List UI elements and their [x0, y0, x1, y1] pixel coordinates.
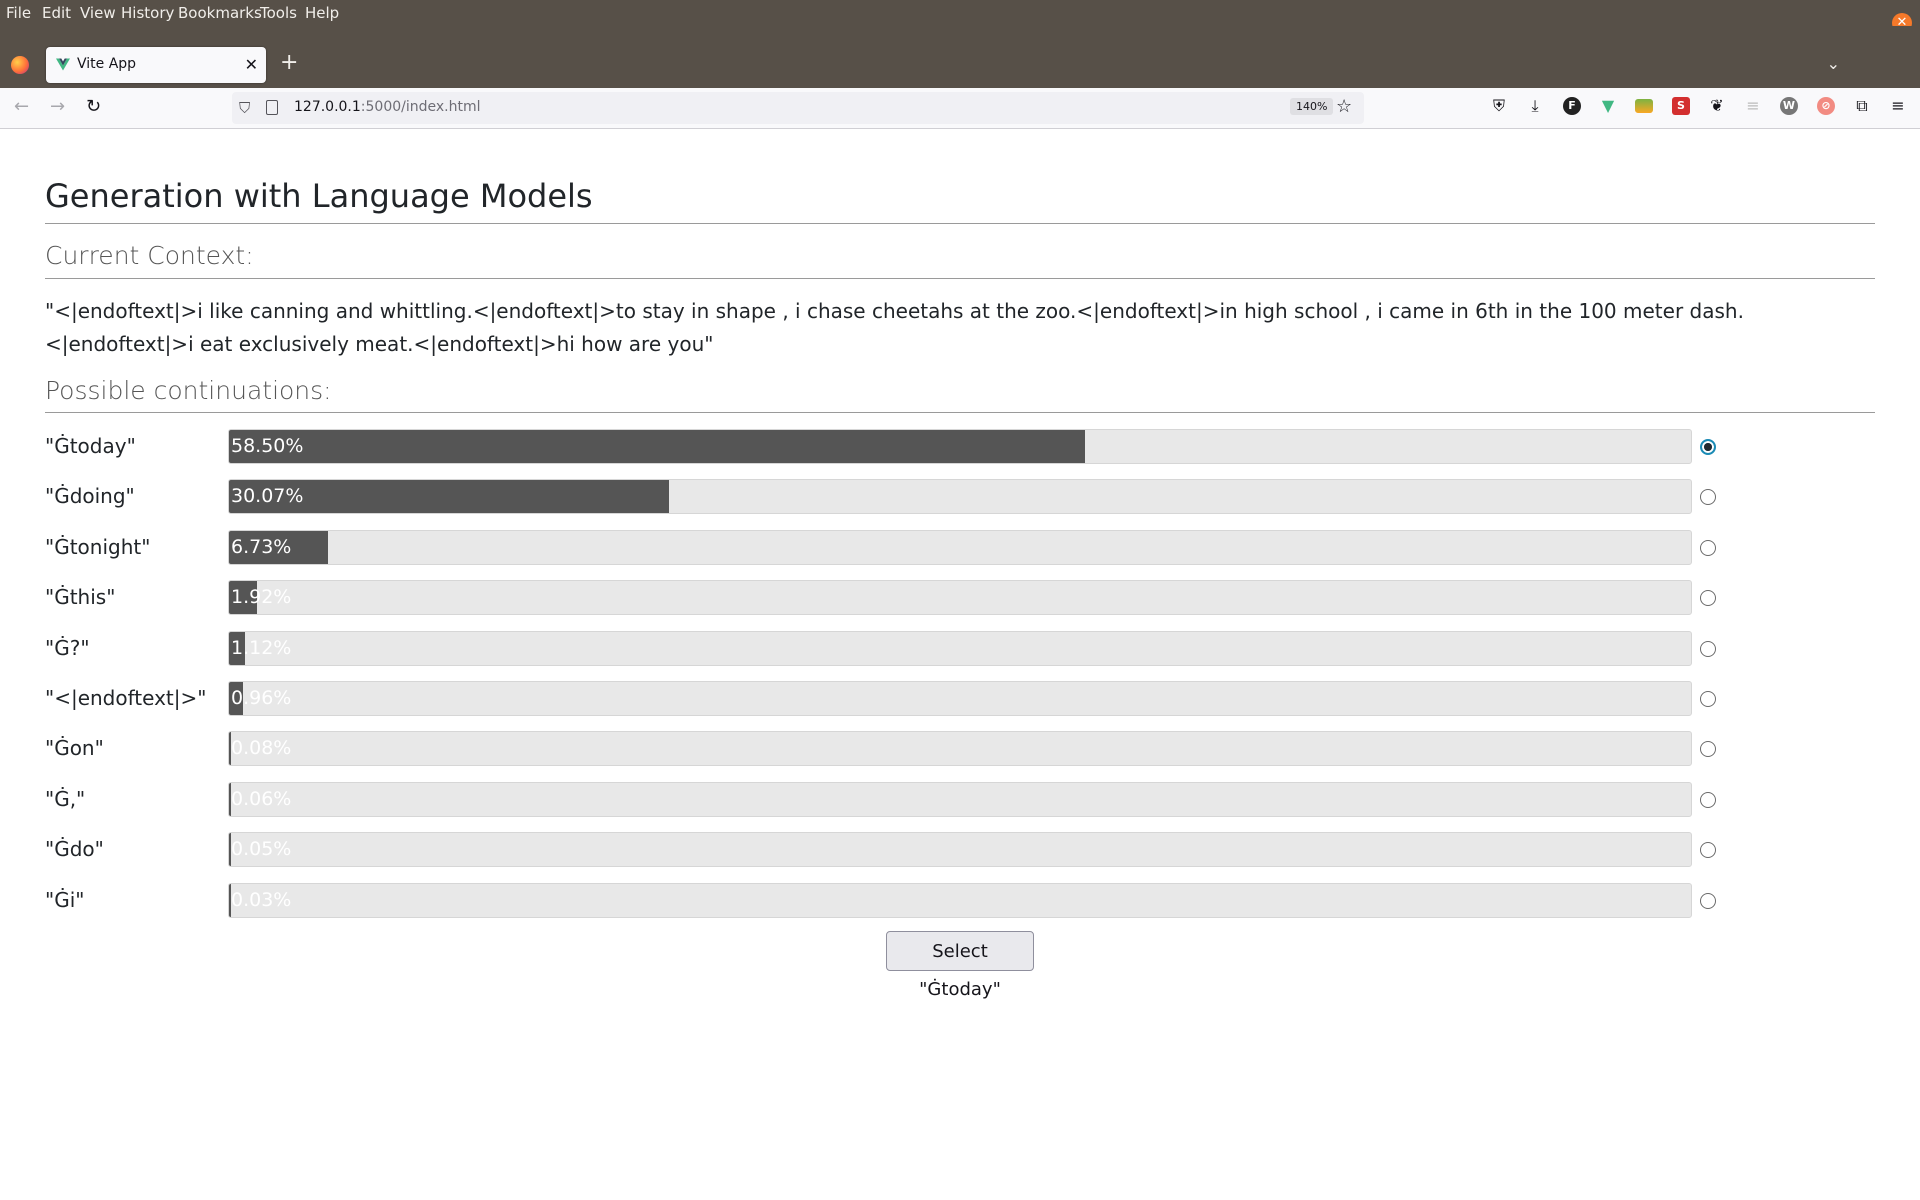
probability-bar: 1.12% — [228, 630, 1692, 666]
context-heading: Current Context: — [45, 241, 254, 270]
back-arrow-icon[interactable]: ← — [14, 96, 29, 117]
probability-bar: 0.06% — [228, 781, 1692, 817]
probability-bar: 0.96% — [228, 681, 1692, 716]
continuation-row[interactable]: "Ġ," 0.06% — [45, 781, 1755, 818]
downloads-icon[interactable]: ⤓ — [1526, 97, 1544, 115]
continuation-radio[interactable] — [1700, 842, 1716, 859]
probability-bar: 0.03% — [228, 882, 1692, 918]
continuation-token: "<|endoftext|>" — [45, 686, 207, 710]
extension-swirl-icon[interactable]: ❦ — [1708, 97, 1726, 115]
continuation-row[interactable]: "Ġdo" 0.05% — [45, 832, 1755, 868]
select-continuation-button[interactable]: Select "Ġtoday" — [886, 931, 1034, 1000]
vue-devtools-icon[interactable]: ▼ — [1599, 97, 1617, 115]
continuation-token: "Ġthis" — [45, 585, 116, 610]
new-tab-button[interactable]: + — [280, 52, 298, 74]
continuation-token: "Ġ," — [45, 786, 86, 811]
menu-help[interactable]: Help — [305, 4, 339, 22]
continuation-token: "Ġtoday" — [45, 434, 136, 458]
probability-bar: 0.08% — [228, 731, 1692, 767]
continuation-radio[interactable] — [1700, 892, 1716, 909]
probability-bar: 0.05% — [228, 832, 1692, 868]
url-text[interactable]: 127.0.0.1:5000/index.html — [294, 99, 481, 115]
hamburger-menu-icon[interactable]: ≡ — [1889, 97, 1907, 115]
url-bar[interactable]: ⛉ 127.0.0.1:5000/index.html 140% ☆ — [232, 92, 1364, 124]
navigation-bar: ← → ↻ ⛉ 127.0.0.1:5000/index.html 140% ☆… — [0, 88, 1920, 129]
continuation-radio[interactable] — [1700, 539, 1716, 556]
continuation-radio[interactable] — [1700, 489, 1716, 506]
probability-label: 1.92% — [231, 586, 292, 609]
continuation-token: "Ġtonight" — [45, 534, 151, 559]
continuation-row[interactable]: "Ġ?" 1.12% — [45, 630, 1755, 667]
tracking-shield-icon[interactable]: ⛉ — [239, 99, 250, 117]
tab-title: Vite App — [77, 56, 137, 72]
continuation-row[interactable]: "Ġtonight" 6.73% — [45, 529, 1755, 566]
menu-bookmarks[interactable]: Bookmarks — [178, 4, 262, 22]
probability-label: 30.07% — [231, 485, 304, 508]
continuation-row[interactable]: "Ġtoday" 58.50% — [45, 429, 1755, 465]
url-host: 127.0.0.1 — [294, 99, 361, 115]
url-path: :5000/index.html — [360, 99, 481, 115]
continuation-radio[interactable] — [1700, 590, 1716, 607]
probability-label: 0.03% — [231, 888, 292, 911]
continuation-radio[interactable] — [1700, 691, 1716, 707]
continuation-row[interactable]: "Ġthis" 1.92% — [45, 580, 1755, 616]
probability-label: 0.06% — [231, 787, 292, 810]
probability-bar: 58.50% — [228, 429, 1692, 464]
continuation-row[interactable]: "Ġi" 0.03% — [45, 882, 1755, 919]
list-all-tabs-chevron-down-icon[interactable]: ⌄ — [1827, 54, 1840, 73]
forward-arrow-icon[interactable]: → — [50, 96, 65, 117]
extension-stripes-icon[interactable]: ≡ — [1744, 97, 1762, 115]
zoom-level-badge[interactable]: 140% — [1290, 98, 1334, 115]
menu-bar: File Edit View History Bookmarks Tools H… — [0, 0, 1920, 33]
context-divider — [45, 278, 1875, 279]
tab-vite-app[interactable]: Vite App ✕ — [46, 47, 266, 83]
continuation-row[interactable]: "Ġdoing" 30.07% — [45, 479, 1755, 515]
bookmark-star-icon[interactable]: ☆ — [1336, 96, 1352, 117]
tab-close-icon[interactable]: ✕ — [245, 55, 258, 74]
continuation-token: "Ġi" — [45, 887, 85, 912]
menu-tools[interactable]: Tools — [260, 4, 297, 22]
menu-edit[interactable]: Edit — [42, 4, 71, 22]
probability-bar: 30.07% — [228, 479, 1692, 515]
menu-view[interactable]: View — [80, 4, 116, 22]
probability-bar-fill — [229, 430, 1086, 463]
extension-s-icon[interactable]: S — [1672, 97, 1690, 115]
continuation-token: "Ġon" — [45, 736, 104, 761]
probability-label: 58.50% — [231, 435, 304, 457]
menu-history[interactable]: History — [121, 4, 174, 22]
continuation-radio[interactable] — [1700, 640, 1716, 657]
probability-label: 0.08% — [231, 737, 292, 760]
continuation-token: "Ġdo" — [45, 837, 104, 862]
menu-file[interactable]: File — [6, 4, 31, 22]
extension-f-icon[interactable]: F — [1563, 97, 1581, 115]
extension-w-icon[interactable]: W — [1780, 97, 1798, 115]
title-divider — [45, 223, 1875, 224]
extensions-puzzle-icon[interactable]: ⧉ — [1853, 97, 1871, 115]
context-text: "<|endoftext|>i like canning and whittli… — [45, 299, 1744, 356]
continuation-radio[interactable] — [1700, 741, 1716, 758]
tab-strip: Vite App ✕ + ⌄ — [0, 26, 1920, 88]
pocket-icon[interactable]: ⛨ — [1490, 97, 1508, 115]
probability-label: 6.73% — [231, 535, 292, 558]
probability-label: 0.05% — [231, 838, 292, 861]
firefox-icon — [11, 56, 29, 74]
probability-bar: 1.92% — [228, 580, 1692, 616]
page-title: Generation with Language Models — [45, 177, 593, 215]
extension-green-icon[interactable] — [1635, 99, 1653, 113]
reload-icon[interactable]: ↻ — [86, 96, 101, 117]
probability-bar: 6.73% — [228, 529, 1692, 565]
vue-favicon-icon — [56, 58, 70, 71]
probability-label: 1.12% — [231, 636, 292, 659]
continuation-radio[interactable] — [1700, 791, 1716, 808]
page-info-icon[interactable] — [266, 100, 278, 115]
extension-red-circle-icon[interactable]: ⊘ — [1817, 97, 1835, 115]
continuation-radio[interactable] — [1700, 439, 1716, 455]
probability-label: 0.96% — [231, 687, 292, 709]
continuations-heading: Possible continuations: — [45, 376, 332, 405]
continuation-row[interactable]: "Ġon" 0.08% — [45, 731, 1755, 767]
continuation-token: "Ġ?" — [45, 635, 90, 660]
continuations-divider — [45, 412, 1875, 413]
continuation-row[interactable]: "<|endoftext|>" 0.96% — [45, 681, 1755, 717]
continuation-token: "Ġdoing" — [45, 484, 135, 509]
